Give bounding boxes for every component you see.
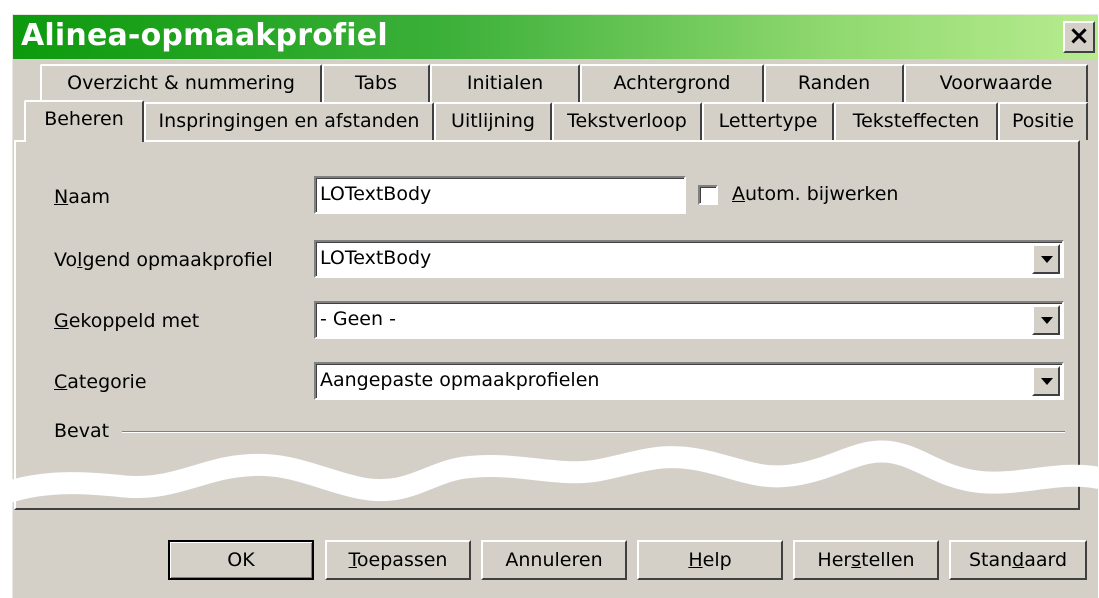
tab-inspringingen-afstanden[interactable]: Inspringingen en afstanden bbox=[144, 102, 434, 140]
category-value: Aangepaste opmaakprofielen bbox=[320, 369, 600, 391]
tab-voorwaarde[interactable]: Voorwaarde bbox=[904, 64, 1088, 102]
contains-separator bbox=[122, 431, 1065, 433]
category-select[interactable]: Aangepaste opmaakprofielen bbox=[314, 362, 1064, 400]
window-title: Alinea-opmaakprofiel bbox=[21, 18, 388, 53]
name-input[interactable]: LOTextBody bbox=[314, 176, 686, 214]
tab-lettertype[interactable]: Lettertype bbox=[702, 102, 834, 140]
chevron-down-icon[interactable] bbox=[1032, 244, 1060, 274]
linked-value: - Geen - bbox=[320, 308, 396, 330]
tab-randen[interactable]: Randen bbox=[764, 64, 904, 102]
tab-positie[interactable]: Positie bbox=[998, 102, 1088, 140]
help-button[interactable]: Help bbox=[637, 540, 783, 580]
linked-label: Gekoppeld met bbox=[54, 310, 200, 332]
tab-tabs[interactable]: Tabs bbox=[322, 64, 430, 102]
tab-initialen[interactable]: Initialen bbox=[430, 64, 580, 102]
tab-achtergrond[interactable]: Achtergrond bbox=[580, 64, 764, 102]
tab-beheren[interactable]: Beheren bbox=[24, 100, 144, 142]
next-style-label: Volgend opmaakprofiel bbox=[54, 249, 273, 271]
tab-uitlijning[interactable]: Uitlijning bbox=[434, 102, 552, 140]
autoupdate-checkbox[interactable] bbox=[698, 185, 718, 205]
autoupdate-label[interactable]: Autom. bijwerken bbox=[732, 183, 898, 205]
close-icon: × bbox=[1068, 21, 1090, 51]
standard-button[interactable]: Standaard bbox=[949, 540, 1087, 580]
cancel-button[interactable]: Annuleren bbox=[481, 540, 627, 580]
chevron-down-icon[interactable] bbox=[1032, 366, 1060, 396]
close-button[interactable]: × bbox=[1063, 21, 1095, 53]
reset-button[interactable]: Herstellen bbox=[793, 540, 939, 580]
next-style-value: LOTextBody bbox=[320, 247, 432, 269]
title-bar[interactable]: Alinea-opmaakprofiel × bbox=[13, 15, 1098, 59]
tab-overzicht-nummering[interactable]: Overzicht & nummering bbox=[40, 64, 322, 102]
name-label: Naam bbox=[54, 186, 111, 208]
tab-tekstverloop[interactable]: Tekstverloop bbox=[552, 102, 702, 140]
tab-teksteffecten[interactable]: Teksteffecten bbox=[834, 102, 998, 140]
linked-select[interactable]: - Geen - bbox=[314, 301, 1064, 339]
next-style-select[interactable]: LOTextBody bbox=[314, 240, 1064, 278]
chevron-down-icon[interactable] bbox=[1032, 305, 1060, 335]
ok-button[interactable]: OK bbox=[168, 540, 314, 580]
category-label: Categorie bbox=[54, 371, 147, 393]
apply-button[interactable]: Toepassen bbox=[325, 540, 471, 580]
contains-label: Bevat bbox=[54, 420, 110, 442]
